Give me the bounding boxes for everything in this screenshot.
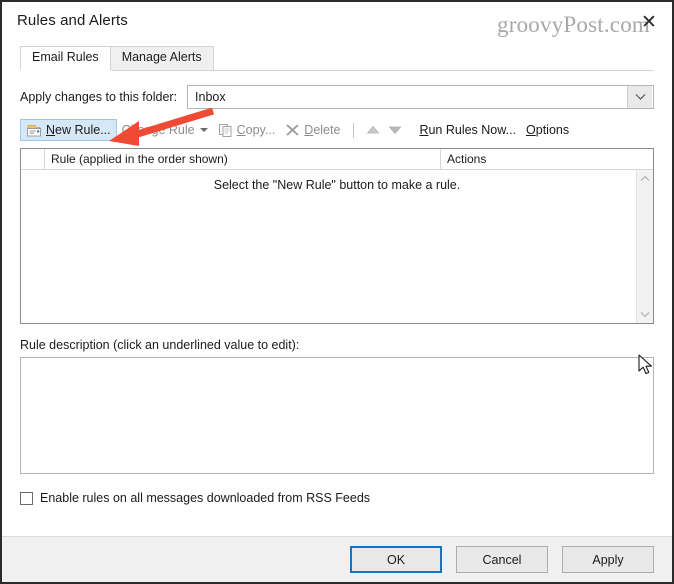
arrow-up-icon bbox=[367, 125, 380, 134]
tab-strip: Email Rules Manage Alerts bbox=[20, 46, 654, 71]
apply-button[interactable]: Apply bbox=[562, 546, 654, 573]
chevron-up-icon[interactable] bbox=[637, 170, 654, 187]
empty-list-message: Select the "New Rule" button to make a r… bbox=[213, 178, 461, 192]
dialog-content: Email Rules Manage Alerts Apply changes … bbox=[2, 40, 672, 536]
folder-combobox[interactable]: Inbox bbox=[187, 85, 654, 109]
tab-email-rules[interactable]: Email Rules bbox=[20, 46, 111, 70]
vertical-scrollbar[interactable] bbox=[636, 170, 653, 323]
rule-description-box[interactable] bbox=[20, 357, 654, 474]
new-rule-label: New Rule... bbox=[46, 123, 111, 137]
copy-label: Copy... bbox=[236, 123, 276, 137]
title-bar: Rules and Alerts groovyPost.com ✕ bbox=[2, 2, 672, 40]
change-rule-button[interactable]: Change Rule bbox=[117, 119, 213, 141]
chevron-down-icon[interactable] bbox=[627, 86, 652, 108]
copy-icon bbox=[218, 123, 233, 137]
change-rule-label: Change Rule bbox=[121, 123, 195, 137]
delete-label: Delete bbox=[304, 123, 341, 137]
column-header-actions[interactable]: Actions bbox=[441, 149, 653, 169]
rss-checkbox[interactable] bbox=[20, 491, 33, 505]
arrow-down-icon bbox=[389, 126, 402, 135]
rss-checkbox-row[interactable]: Enable rules on all messages downloaded … bbox=[20, 491, 654, 505]
chevron-down-icon[interactable] bbox=[199, 128, 208, 132]
delete-button[interactable]: Delete bbox=[280, 119, 345, 141]
close-icon[interactable]: ✕ bbox=[636, 11, 662, 33]
run-rules-now-button[interactable]: Run Rules Now... bbox=[414, 119, 521, 141]
move-down-button[interactable] bbox=[384, 120, 406, 140]
column-header-spacer bbox=[21, 149, 45, 169]
options-button[interactable]: Options bbox=[521, 119, 574, 141]
folder-row: Apply changes to this folder: Inbox bbox=[20, 85, 654, 109]
watermark: groovyPost.com bbox=[497, 12, 650, 37]
rules-listbox[interactable]: Rule (applied in the order shown) Action… bbox=[20, 148, 654, 324]
list-header: Rule (applied in the order shown) Action… bbox=[21, 149, 653, 170]
rules-and-alerts-dialog: Rules and Alerts groovyPost.com ✕ Email … bbox=[0, 0, 674, 584]
delete-x-icon bbox=[285, 123, 300, 137]
move-up-button[interactable] bbox=[362, 120, 384, 140]
ok-button[interactable]: OK bbox=[350, 546, 442, 573]
page-title: Rules and Alerts bbox=[17, 12, 128, 29]
cancel-button[interactable]: Cancel bbox=[456, 546, 548, 573]
copy-button[interactable]: Copy... bbox=[213, 119, 281, 141]
toolbar-separator bbox=[353, 122, 355, 138]
dialog-footer: OK Cancel Apply bbox=[2, 536, 672, 582]
options-label: Options bbox=[526, 123, 570, 137]
list-body: Select the "New Rule" button to make a r… bbox=[21, 170, 653, 323]
folder-label: Apply changes to this folder: bbox=[20, 90, 178, 104]
tab-manage-alerts[interactable]: Manage Alerts bbox=[109, 46, 214, 70]
run-rules-now-label: Run Rules Now... bbox=[419, 123, 517, 137]
rule-description-label: Rule description (click an underlined va… bbox=[20, 338, 300, 352]
column-header-rule[interactable]: Rule (applied in the order shown) bbox=[45, 149, 441, 169]
new-rule-button[interactable]: New Rule... bbox=[20, 119, 117, 141]
rss-checkbox-label: Enable rules on all messages downloaded … bbox=[40, 491, 371, 505]
new-rule-icon bbox=[26, 123, 42, 137]
chevron-down-icon[interactable] bbox=[637, 306, 654, 323]
rules-toolbar: New Rule... Change Rule Copy... Delete R… bbox=[20, 118, 654, 142]
folder-value: Inbox bbox=[195, 90, 226, 104]
